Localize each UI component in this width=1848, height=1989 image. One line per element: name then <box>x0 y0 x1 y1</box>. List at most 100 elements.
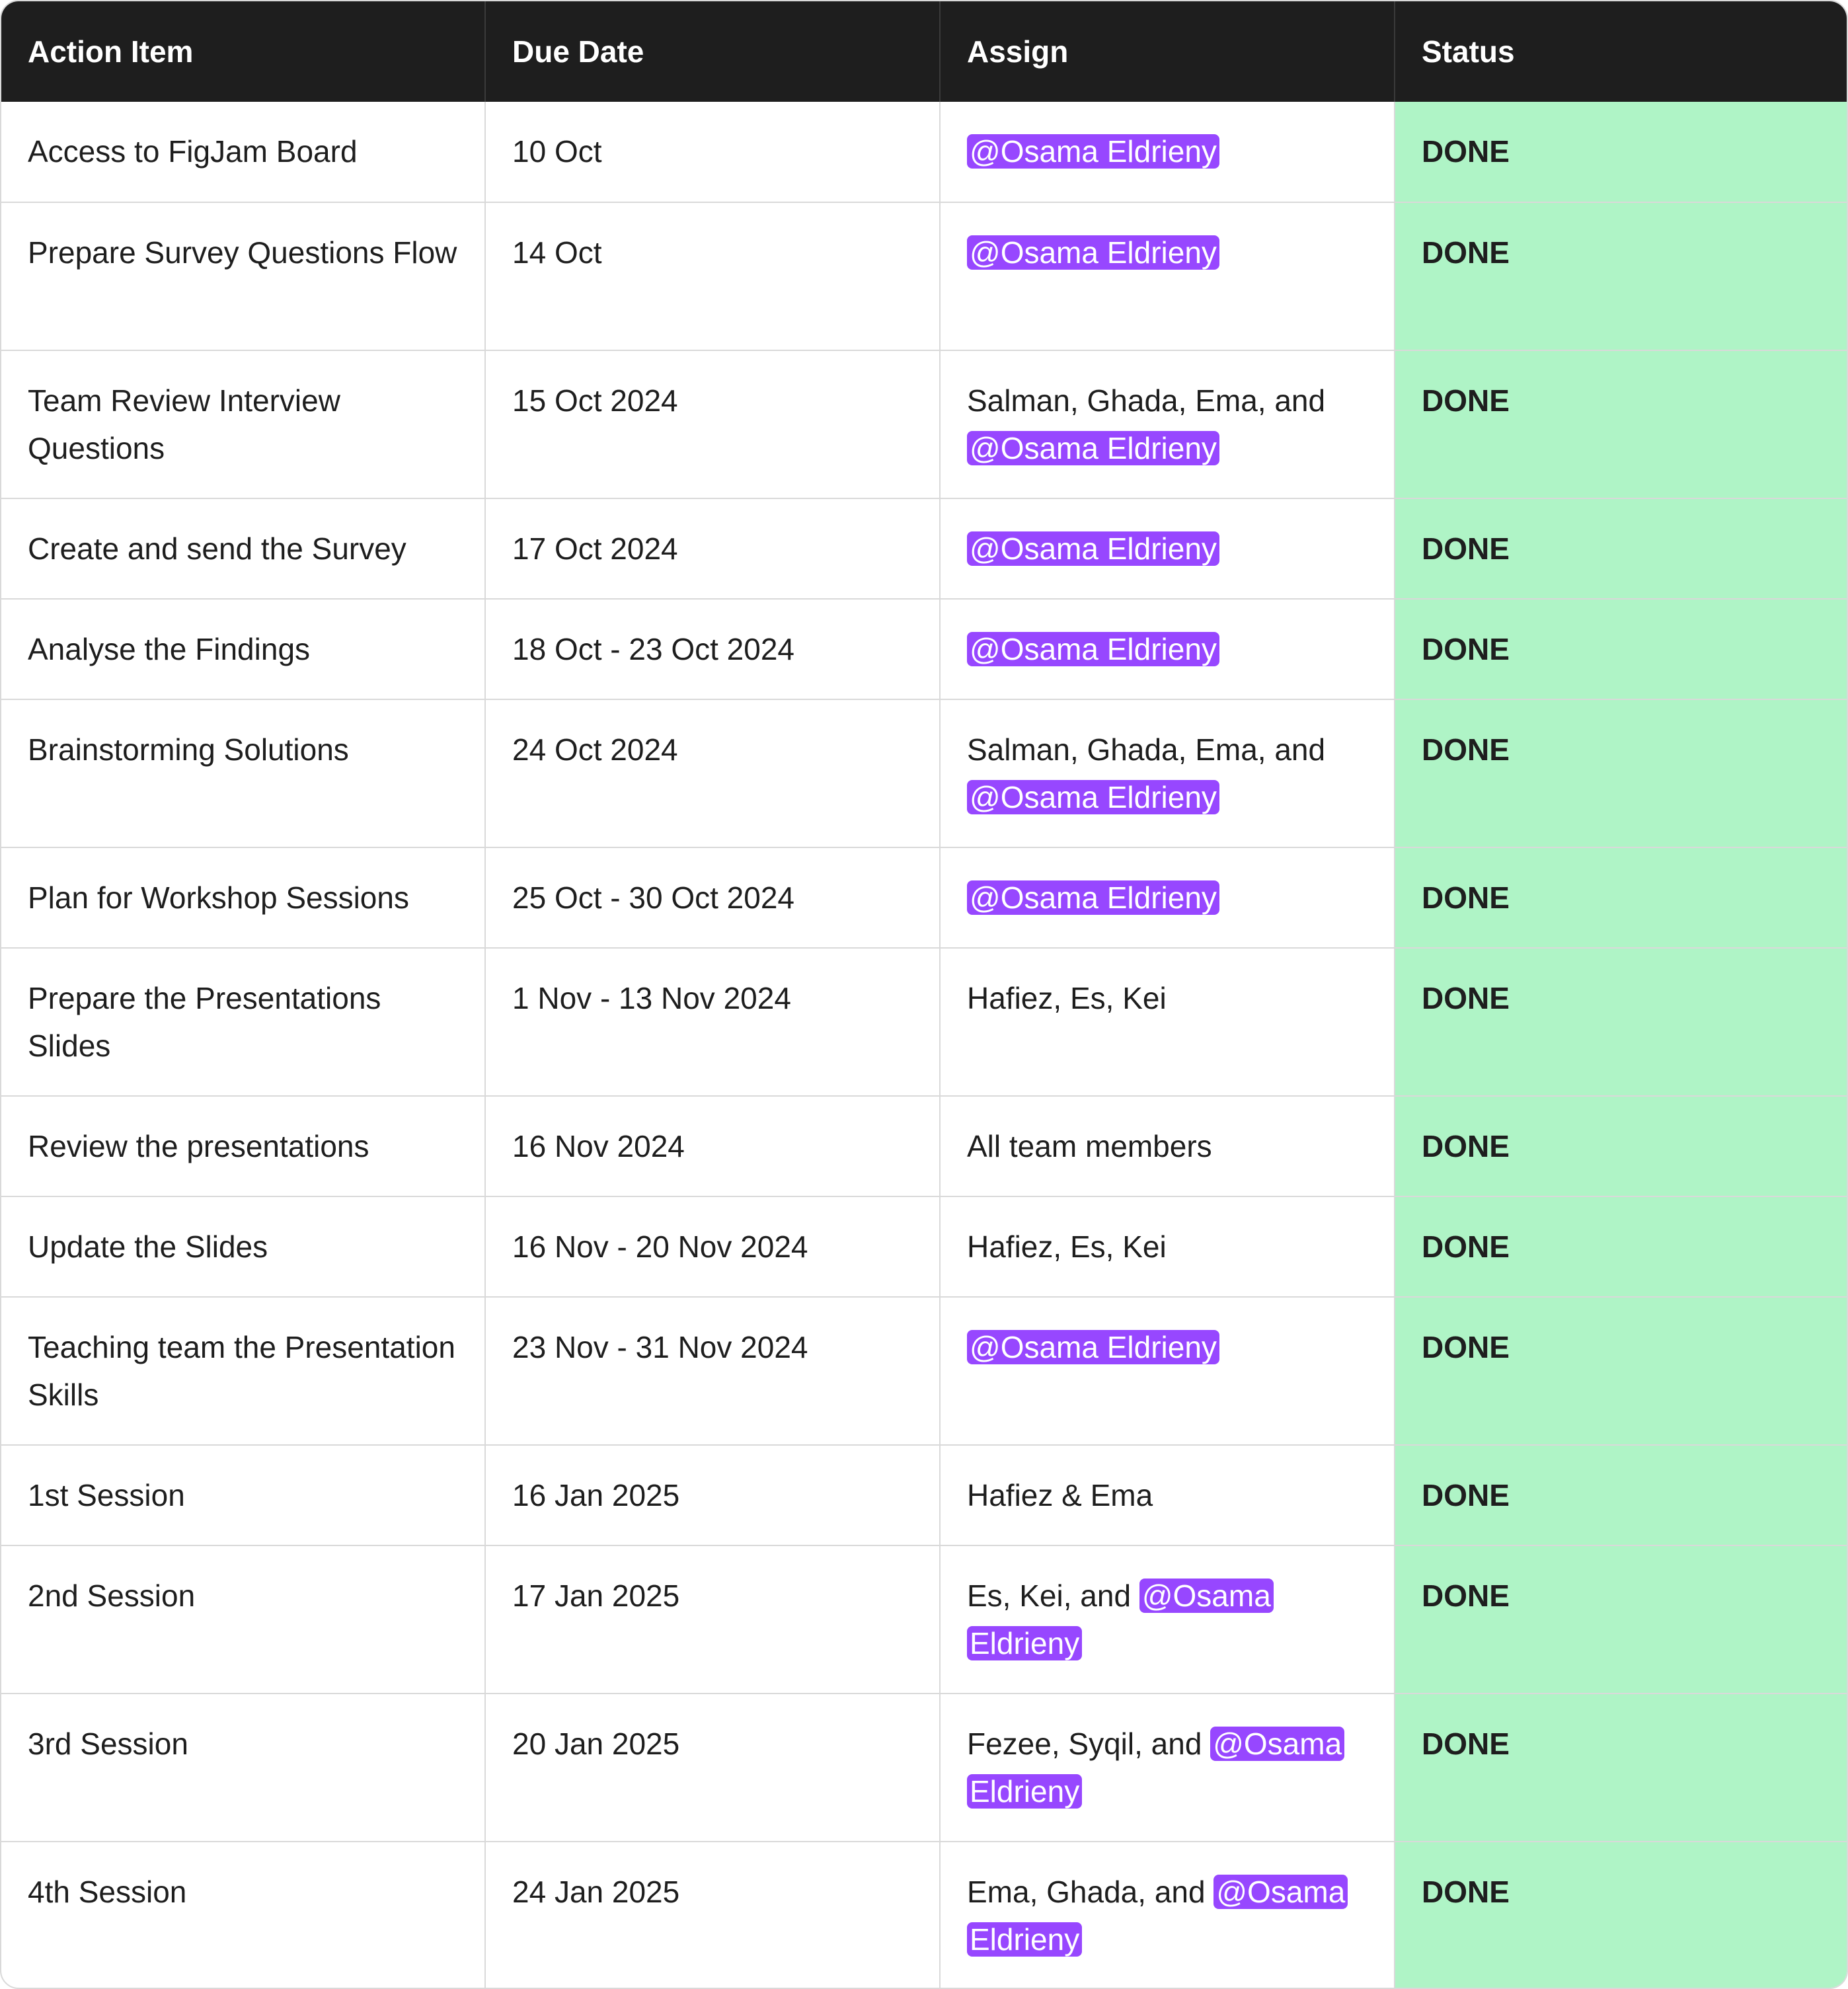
due-date-cell: 18 Oct - 23 Oct 2024 <box>485 599 941 700</box>
assignee-names: Hafiez, Es, Kei <box>967 1229 1167 1264</box>
status-cell: DONE <box>1395 102 1847 203</box>
table-row: Team Review Interview Questions 15 Oct 2… <box>1 350 1847 499</box>
assign-cell: Salman, Ghada, Ema, and @Osama Eldrieny <box>940 350 1395 499</box>
assignee-names: Hafiez, Es, Kei <box>967 981 1167 1015</box>
action-item-cell: Prepare the Presentations Slides <box>1 948 486 1097</box>
assign-cell: All team members <box>940 1096 1395 1197</box>
assign-cell: Salman, Ghada, Ema, and @Osama Eldrieny <box>940 699 1395 848</box>
table-row: 4th Session 24 Jan 2025 Ema, Ghada, and … <box>1 1842 1847 1988</box>
sep <box>1202 1727 1210 1761</box>
assignee-names: Es, Kei, and <box>967 1579 1132 1613</box>
assign-cell: Hafiez, Es, Kei <box>940 948 1395 1097</box>
status-cell: DONE <box>1395 1096 1847 1197</box>
assign-cell: @Osama Eldrieny <box>940 102 1395 203</box>
header-row: Action Item Due Date Assign Status <box>1 1 1847 102</box>
user-mention[interactable]: @Osama Eldrieny <box>967 134 1219 169</box>
due-date-cell: 25 Oct - 30 Oct 2024 <box>485 847 941 949</box>
user-mention[interactable]: @Osama Eldrieny <box>967 1330 1219 1364</box>
status-cell: DONE <box>1395 847 1847 949</box>
action-item-cell: Team Review Interview Questions <box>1 350 486 499</box>
assignee-names: Fezee, Syqil, and <box>967 1727 1202 1761</box>
assignee-names: Salman, Ghada, Ema, and <box>967 383 1326 418</box>
user-mention[interactable]: @Osama Eldrieny <box>967 632 1219 666</box>
due-date-cell: 24 Oct 2024 <box>485 699 941 848</box>
column-header-due-date: Due Date <box>485 1 941 102</box>
status-cell: DONE <box>1395 350 1847 499</box>
sep <box>1206 1875 1214 1909</box>
action-item-cell: Prepare Survey Questions Flow <box>1 202 486 351</box>
user-mention[interactable]: @Osama Eldrieny <box>967 880 1219 915</box>
action-items-table-container: Action Item Due Date Assign Status Acces… <box>0 0 1848 1989</box>
table-row: 3rd Session 20 Jan 2025 Fezee, Syqil, an… <box>1 1694 1847 1842</box>
status-cell: DONE <box>1395 1297 1847 1446</box>
column-header-status: Status <box>1395 1 1847 102</box>
due-date-cell: 14 Oct <box>485 202 941 351</box>
sep <box>1131 1579 1139 1613</box>
due-date-cell: 1 Nov - 13 Nov 2024 <box>485 948 941 1097</box>
table-row: Review the presentations 16 Nov 2024 All… <box>1 1096 1847 1197</box>
table-row: Brainstorming Solutions 24 Oct 2024 Salm… <box>1 699 1847 848</box>
status-cell: DONE <box>1395 1445 1847 1546</box>
due-date-cell: 16 Nov - 20 Nov 2024 <box>485 1196 941 1298</box>
action-item-cell: 3rd Session <box>1 1694 486 1842</box>
action-items-table: Action Item Due Date Assign Status Acces… <box>1 1 1847 1988</box>
column-header-action-item: Action Item <box>1 1 486 102</box>
table-row: Update the Slides 16 Nov - 20 Nov 2024 H… <box>1 1196 1847 1298</box>
assign-cell: Fezee, Syqil, and @Osama Eldrieny <box>940 1694 1395 1842</box>
assignee-names: All team members <box>967 1129 1212 1163</box>
status-cell: DONE <box>1395 948 1847 1097</box>
status-cell: DONE <box>1395 202 1847 351</box>
assign-cell: Hafiez, Es, Kei <box>940 1196 1395 1298</box>
table-row: Access to FigJam Board 10 Oct @Osama Eld… <box>1 102 1847 203</box>
action-item-cell: Review the presentations <box>1 1096 486 1197</box>
status-cell: DONE <box>1395 1694 1847 1842</box>
due-date-cell: 15 Oct 2024 <box>485 350 941 499</box>
table-row: Analyse the Findings 18 Oct - 23 Oct 202… <box>1 599 1847 700</box>
table-row: Teaching team the Presentation Skills 23… <box>1 1297 1847 1446</box>
table-header: Action Item Due Date Assign Status <box>1 1 1847 102</box>
action-item-cell: Access to FigJam Board <box>1 102 486 203</box>
status-cell: DONE <box>1395 699 1847 848</box>
action-item-cell: Update the Slides <box>1 1196 486 1298</box>
due-date-cell: 17 Oct 2024 <box>485 498 941 600</box>
assign-cell: @Osama Eldrieny <box>940 599 1395 700</box>
assign-cell: Hafiez & Ema <box>940 1445 1395 1546</box>
column-header-assign: Assign <box>940 1 1395 102</box>
action-item-cell: Teaching team the Presentation Skills <box>1 1297 486 1446</box>
due-date-cell: 24 Jan 2025 <box>485 1842 941 1988</box>
action-item-cell: Create and send the Survey <box>1 498 486 600</box>
table-body: Access to FigJam Board 10 Oct @Osama Eld… <box>1 102 1847 1988</box>
user-mention[interactable]: @Osama Eldrieny <box>967 431 1219 465</box>
assign-cell: Ema, Ghada, and @Osama Eldrieny <box>940 1842 1395 1988</box>
assign-cell: @Osama Eldrieny <box>940 847 1395 949</box>
status-cell: DONE <box>1395 1842 1847 1988</box>
due-date-cell: 17 Jan 2025 <box>485 1545 941 1694</box>
action-item-cell: 4th Session <box>1 1842 486 1988</box>
table-row: Prepare the Presentations Slides 1 Nov -… <box>1 948 1847 1097</box>
user-mention[interactable]: @Osama Eldrieny <box>967 531 1219 566</box>
table-row: 1st Session 16 Jan 2025 Hafiez & Ema DON… <box>1 1445 1847 1546</box>
assignee-names: Salman, Ghada, Ema, and <box>967 732 1326 767</box>
action-item-cell: 1st Session <box>1 1445 486 1546</box>
table-row: Plan for Workshop Sessions 25 Oct - 30 O… <box>1 847 1847 949</box>
assign-cell: @Osama Eldrieny <box>940 1297 1395 1446</box>
assignee-names: Ema, Ghada, and <box>967 1875 1206 1909</box>
user-mention[interactable]: @Osama Eldrieny <box>967 780 1219 814</box>
assign-cell: Es, Kei, and @Osama Eldrieny <box>940 1545 1395 1694</box>
assignee-names: Hafiez & Ema <box>967 1478 1153 1512</box>
status-cell: DONE <box>1395 498 1847 600</box>
status-cell: DONE <box>1395 599 1847 700</box>
status-cell: DONE <box>1395 1545 1847 1694</box>
action-item-cell: Analyse the Findings <box>1 599 486 700</box>
due-date-cell: 23 Nov - 31 Nov 2024 <box>485 1297 941 1446</box>
action-item-cell: Plan for Workshop Sessions <box>1 847 486 949</box>
assign-cell: @Osama Eldrieny <box>940 202 1395 351</box>
user-mention[interactable]: @Osama Eldrieny <box>967 235 1219 270</box>
due-date-cell: 16 Jan 2025 <box>485 1445 941 1546</box>
due-date-cell: 10 Oct <box>485 102 941 203</box>
action-item-cell: 2nd Session <box>1 1545 486 1694</box>
table-row: Create and send the Survey 17 Oct 2024 @… <box>1 498 1847 600</box>
status-cell: DONE <box>1395 1196 1847 1298</box>
assign-cell: @Osama Eldrieny <box>940 498 1395 600</box>
table-row: 2nd Session 17 Jan 2025 Es, Kei, and @Os… <box>1 1545 1847 1694</box>
